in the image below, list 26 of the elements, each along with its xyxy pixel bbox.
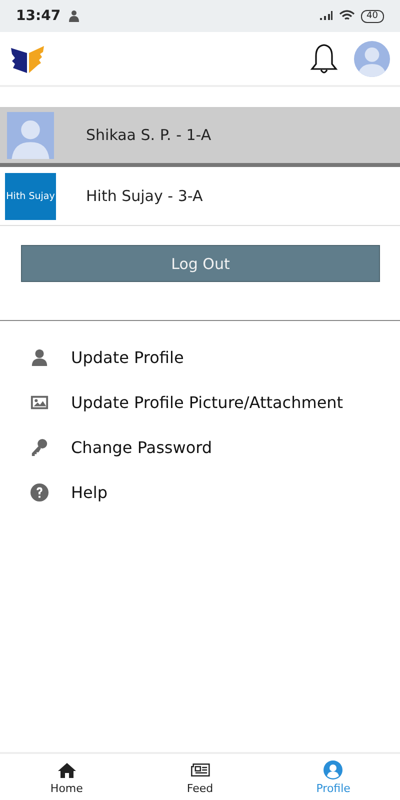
notification-bell-icon[interactable] xyxy=(308,42,340,76)
nav-tab[interactable]: Home xyxy=(0,754,134,800)
menu-item[interactable]: Update Profile xyxy=(71,348,184,367)
image-icon xyxy=(30,393,49,412)
avatar-thumbnail: Hith Sujay xyxy=(5,172,56,220)
logout-button[interactable]: Log Out xyxy=(21,245,380,282)
student-name: Shikaa S. P. - 1-A xyxy=(86,126,212,144)
avatar-icon xyxy=(5,112,56,158)
logo-icon xyxy=(10,44,46,74)
menu-item[interactable]: Change Password xyxy=(71,438,212,457)
menu-item[interactable]: Update Profile Picture/Attachment xyxy=(71,393,344,412)
wifi-icon xyxy=(338,10,355,22)
avatar-icon xyxy=(354,40,390,76)
help-icon xyxy=(30,483,49,502)
key-icon xyxy=(30,438,49,457)
status-time: 13:47 xyxy=(16,8,61,24)
person-icon xyxy=(30,348,49,367)
profile-icon xyxy=(323,760,344,780)
signal-icon xyxy=(318,11,333,21)
student-row[interactable]: Hith Sujay Hith Sujay - 3-A xyxy=(0,167,400,226)
battery-level: 40 xyxy=(360,10,384,22)
menu-item[interactable]: Help xyxy=(71,483,108,502)
nav-tab[interactable]: Feed xyxy=(133,754,267,800)
person-icon xyxy=(68,10,79,22)
student-row[interactable]: Shikaa S. P. - 1-A xyxy=(0,107,400,167)
student-name: Hith Sujay - 3-A xyxy=(86,187,203,205)
